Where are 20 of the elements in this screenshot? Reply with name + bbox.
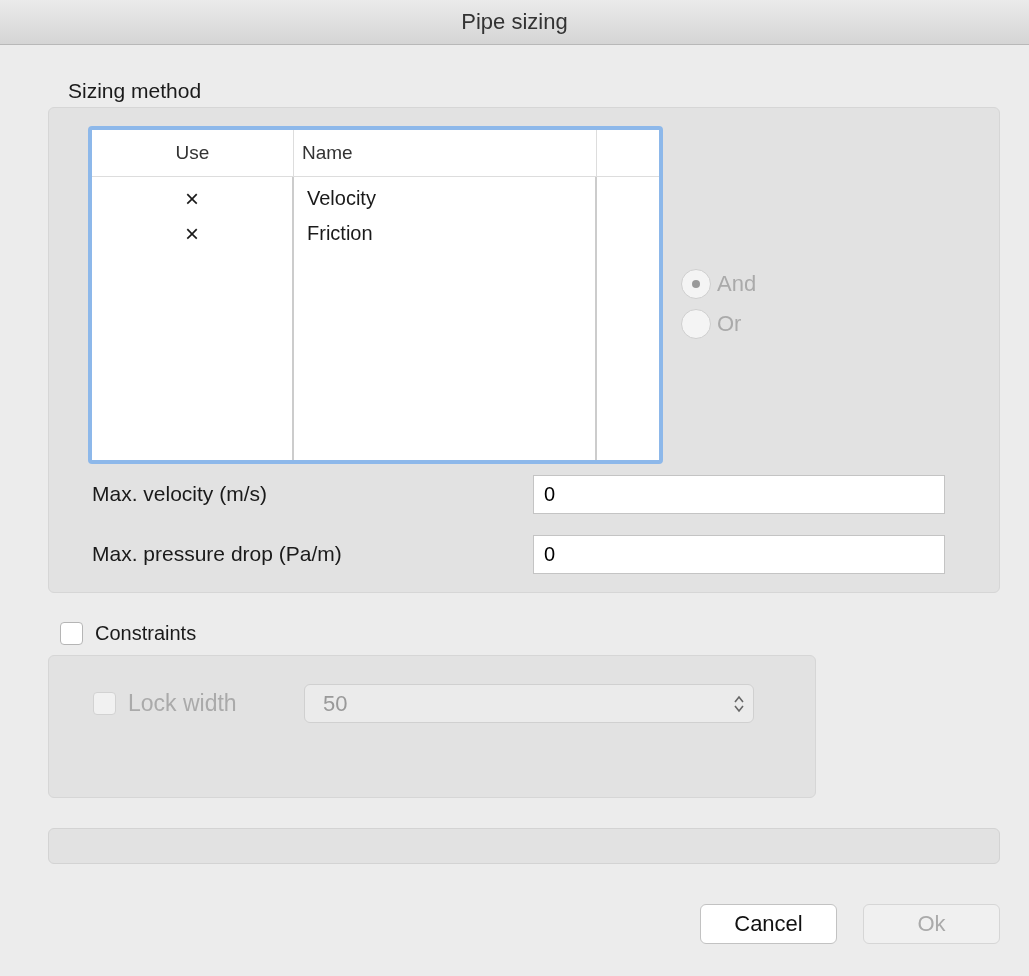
method-table[interactable]: Use Name × × Velocity Friction bbox=[88, 126, 663, 464]
column-header[interactable]: Name bbox=[294, 130, 597, 176]
field-label: Max. pressure drop (Pa/m) bbox=[92, 542, 342, 566]
use-cell-text: × bbox=[184, 184, 200, 214]
radio-label: Or bbox=[717, 311, 742, 337]
name-cell-text: Velocity bbox=[306, 186, 377, 211]
radio-label: And bbox=[717, 271, 757, 297]
checkbox-label: Lock width bbox=[128, 690, 238, 717]
checkbox-label: Constraints bbox=[95, 621, 197, 645]
input-field[interactable]: 0 bbox=[533, 534, 945, 574]
field-label: Max. velocity (m/s) bbox=[92, 482, 267, 506]
use-cell-text: × bbox=[184, 219, 200, 249]
column-header[interactable]: Use bbox=[92, 130, 294, 176]
dialog-button[interactable]: Cancel bbox=[700, 904, 837, 944]
group-title: Sizing method bbox=[68, 79, 203, 104]
input-field[interactable]: 0 bbox=[533, 474, 945, 514]
checkbox[interactable] bbox=[60, 621, 83, 645]
window-title: Pipe sizing bbox=[461, 9, 568, 35]
name-cell-text: Friction bbox=[306, 221, 374, 246]
stepper-icon bbox=[733, 693, 745, 714]
